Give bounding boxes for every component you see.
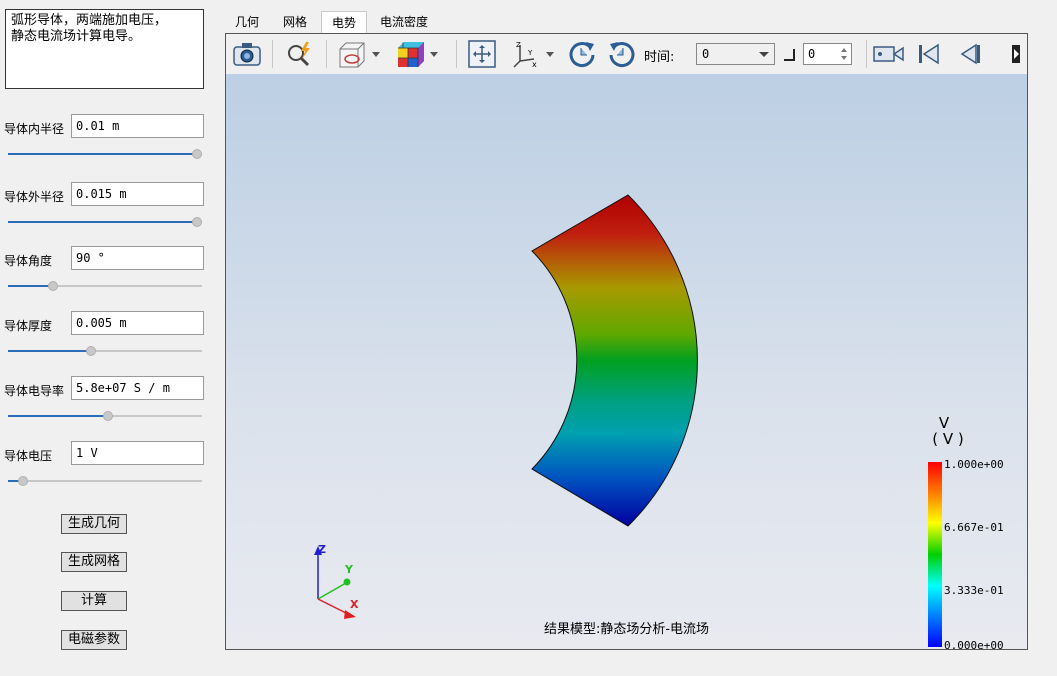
step-spinbox[interactable]: 0 [803, 43, 852, 65]
slider-thumb[interactable] [103, 411, 114, 421]
result-caption: 结果模型:静态场分析-电流场 [543, 622, 710, 637]
slider-thumb[interactable] [48, 281, 59, 291]
generate-mesh-button[interactable]: 生成网格 [61, 552, 127, 572]
spin-up-icon[interactable] [841, 48, 847, 52]
step-icon [782, 39, 798, 69]
generate-geometry-button[interactable]: 生成几何 [61, 514, 127, 534]
slider-thumb[interactable] [192, 149, 202, 159]
param-row: 导体角度 90 ° [0, 246, 215, 296]
slider-thumb[interactable] [192, 217, 202, 227]
tab-mesh[interactable]: 网格 [273, 11, 317, 33]
chevron-down-icon [759, 52, 769, 57]
view-toolbar: Z Y x 时间: 0 0 [226, 34, 1027, 74]
slider-thumb[interactable] [18, 476, 29, 486]
param-slider[interactable] [8, 217, 202, 227]
rotate-cw-icon[interactable] [566, 39, 598, 69]
slider-track [8, 480, 202, 482]
svg-text:x: x [532, 60, 537, 69]
em-params-button[interactable]: 电磁参数 [61, 630, 127, 650]
param-slider[interactable] [8, 411, 202, 421]
step-value: 0 [808, 47, 816, 61]
color-cube-icon[interactable] [394, 39, 442, 69]
param-input[interactable]: 0.01 m [71, 114, 204, 138]
param-row: 导体电导率 5.8e+07 S / m [0, 376, 215, 426]
param-label: 导体电导率 [4, 384, 65, 398]
param-input[interactable]: 90 ° [71, 246, 204, 270]
param-label: 导体电压 [4, 449, 53, 463]
param-input[interactable]: 1 V [71, 441, 204, 465]
slider-fill [8, 221, 197, 223]
time-select[interactable]: 0 [696, 43, 775, 65]
svg-text:Z: Z [516, 41, 521, 49]
slider-fill [8, 153, 197, 155]
camera-icon[interactable] [232, 39, 262, 69]
param-label: 导体外半径 [4, 190, 65, 204]
3d-viewport[interactable]: Z Y X V ( V ) 1.000e+00 6.667e-01 3.333e… [226, 74, 1027, 649]
colorbar-tick: 0.000e+00 [944, 639, 1004, 649]
colorbar-tick: 1.000e+00 [944, 458, 1004, 471]
axes-orient-icon[interactable]: Z Y x [510, 39, 558, 69]
time-select-value: 0 [702, 47, 710, 61]
param-row: 导体厚度 0.005 m [0, 311, 215, 361]
svg-text:Y: Y [527, 49, 533, 57]
y-axis-label: Y [345, 563, 353, 576]
param-input[interactable]: 0.015 m [71, 182, 204, 206]
param-slider[interactable] [8, 476, 202, 486]
rotate-ccw-icon[interactable] [606, 39, 638, 69]
prev-frame-icon[interactable] [954, 39, 984, 69]
param-input[interactable]: 5.8e+07 S / m [71, 376, 204, 400]
param-row: 导体电压 1 V [0, 441, 215, 491]
slider-thumb[interactable] [86, 346, 97, 356]
spin-down-icon[interactable] [841, 56, 847, 60]
result-view-panel: Z Y x 时间: 0 0 Z Y X V (V) 1.000e+00 6.… [225, 33, 1028, 650]
param-slider[interactable] [8, 281, 202, 291]
param-row: 导体内半径 0.01 m [0, 114, 215, 164]
tab-geometry[interactable]: 几何 [226, 11, 268, 33]
zoom-flash-icon[interactable] [284, 39, 314, 69]
description-box[interactable]: 弧形导体，两端施加电压， 静态电流场计算电导。 [5, 9, 204, 89]
fit-view-icon[interactable] [466, 39, 498, 69]
arc-conductor [531, 194, 698, 527]
colorbar-unit: ( V ) [932, 430, 964, 448]
colorbar-tick: 6.667e-01 [944, 521, 1004, 534]
colorbar-tick: 3.333e-01 [944, 584, 1004, 597]
param-slider[interactable] [8, 346, 202, 356]
box-display-icon[interactable] [336, 39, 384, 69]
next-frame-icon[interactable] [1010, 39, 1026, 69]
x-axis-label: X [350, 598, 359, 611]
param-slider[interactable] [8, 149, 202, 159]
slider-fill [8, 285, 54, 287]
param-label: 导体厚度 [4, 319, 53, 333]
param-input[interactable]: 0.005 m [71, 311, 204, 335]
slider-fill [8, 350, 92, 352]
tab-potential[interactable]: 电势 [321, 11, 367, 33]
time-label: 时间: [644, 50, 675, 65]
compute-button[interactable]: 计算 [61, 591, 127, 611]
tab-current-density[interactable]: 电流密度 [372, 11, 436, 33]
z-axis-label: Z [318, 543, 326, 556]
param-label: 导体角度 [4, 254, 53, 268]
first-frame-icon[interactable] [914, 39, 944, 69]
param-label: 导体内半径 [4, 122, 65, 136]
record-icon[interactable] [872, 39, 906, 69]
param-row: 导体外半径 0.015 m [0, 182, 215, 232]
slider-fill [8, 415, 109, 417]
